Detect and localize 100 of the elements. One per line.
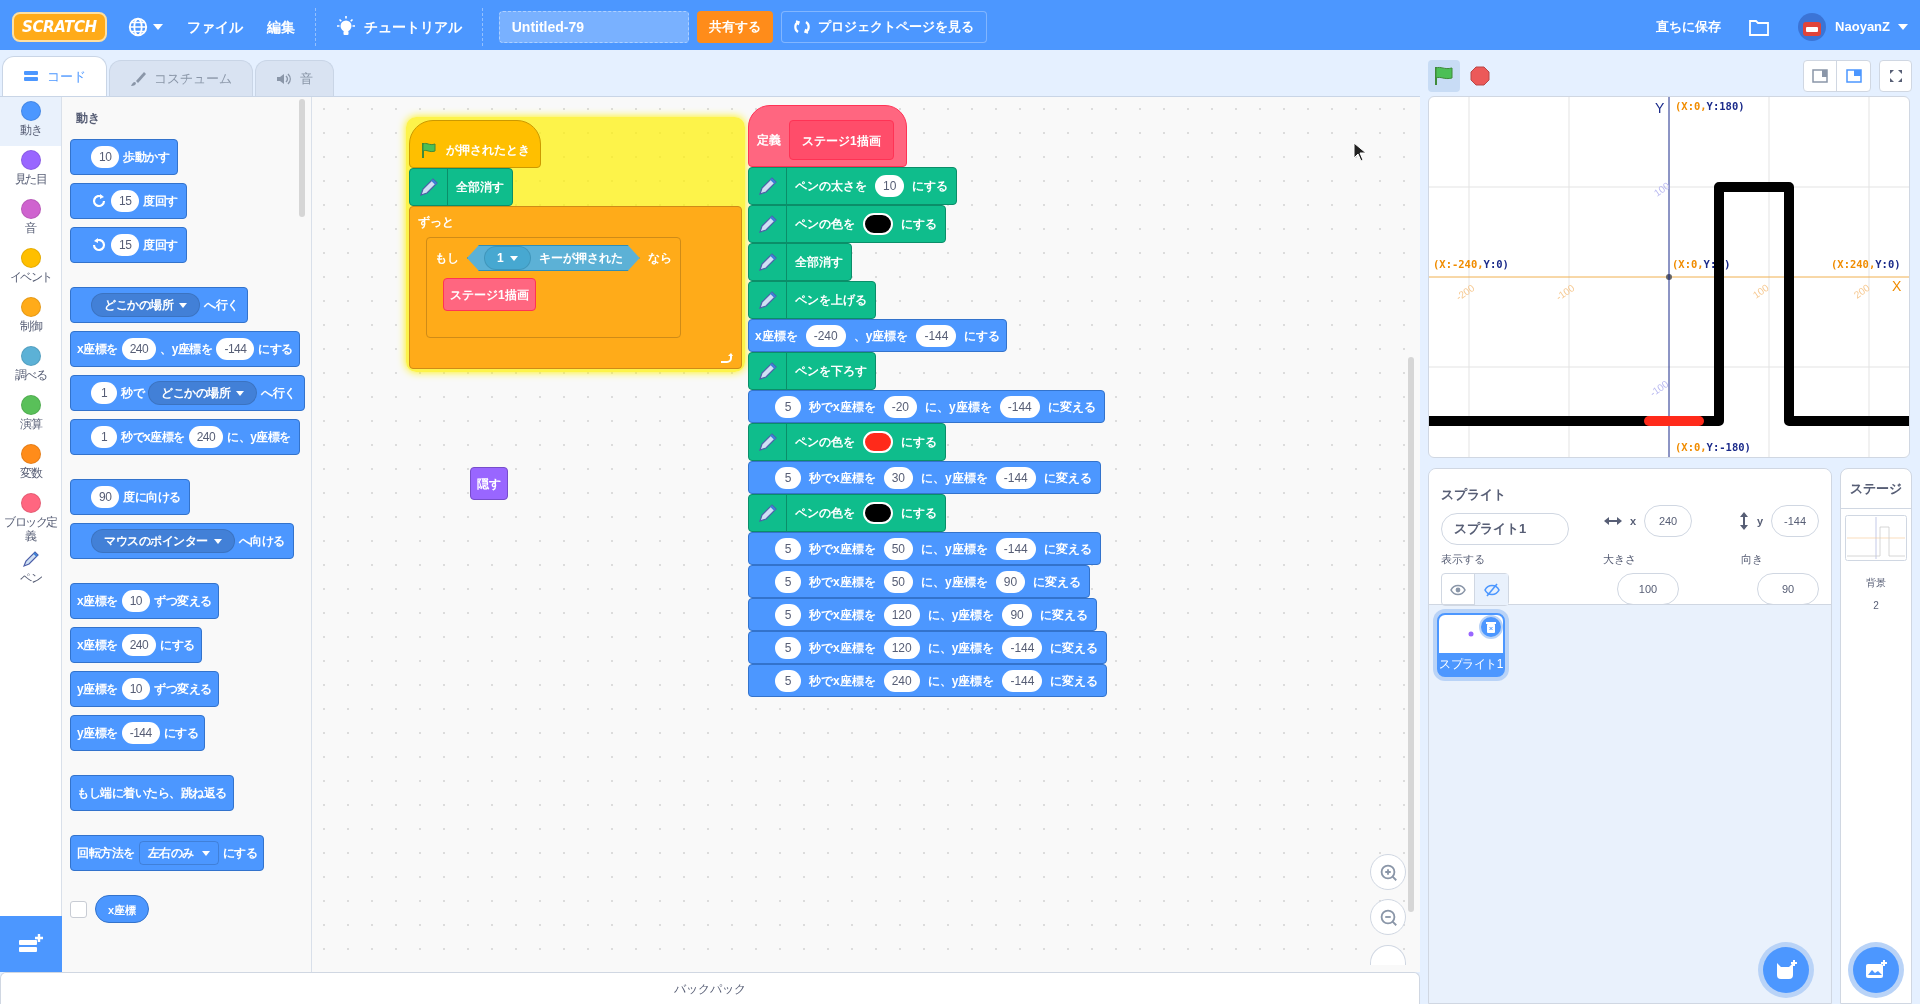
number-input[interactable]: 120 [883,636,920,659]
category-item[interactable]: 変数 [0,440,61,489]
color-input[interactable] [863,431,893,453]
number-input[interactable]: 1 [91,426,117,448]
sprite-name-field[interactable]: スプライト1 [1441,512,1569,545]
stop-icon [1470,66,1490,86]
stage-thumbnail[interactable] [1845,515,1907,561]
category-item[interactable]: 制御 [0,293,61,342]
number-input[interactable]: 50 [883,570,914,593]
pen-block[interactable]: ペンの太さを 10 にする [748,167,958,205]
number-input[interactable]: 10 [875,175,905,197]
number-input[interactable]: 5 [775,669,801,692]
number-input[interactable]: -144 [121,722,160,744]
motion-block[interactable]: 5 秒でx座標を 240 に、y座標を -144 に変える [748,664,1108,697]
coordinate-label: (X:0,Y:-180) [1675,441,1751,453]
hide-sprite-button[interactable] [1475,574,1508,605]
direction-field[interactable]: 90 [1757,573,1819,605]
motion-block[interactable]: 5 秒でx座標を -20 に、y座標を -144 に変える [748,390,1105,423]
number-input[interactable]: 30 [883,466,914,489]
number-input[interactable]: 240 [121,634,157,656]
number-input[interactable]: 90 [995,570,1026,593]
number-input[interactable]: 5 [775,395,801,418]
dropdown-input[interactable]: マウスのポインター [91,529,235,553]
category-item[interactable]: イベント [0,244,61,293]
motion-block[interactable]: x座標を -240 、y座標を -144 にする [748,319,1008,352]
number-input[interactable]: 15 [111,190,140,212]
block-label: ステージ1描画 [450,286,529,304]
pen-icon [756,251,779,273]
number-input[interactable]: -144 [916,324,957,347]
zoom-in-button[interactable] [1370,854,1406,890]
category-item[interactable]: 調べる [0,342,61,391]
motion-block[interactable]: 5 秒でx座標を 50 に、y座標を -144 に変える [748,532,1101,565]
fullscreen-button[interactable] [1879,60,1912,92]
number-input[interactable]: 5 [775,537,801,560]
dropdown-input[interactable]: どこかの場所 [148,381,257,405]
number-input[interactable]: -144 [1002,669,1043,692]
number-input[interactable]: -144 [1002,636,1043,659]
number-input[interactable]: 5 [775,636,801,659]
number-input[interactable]: 10 [121,590,151,612]
add-extension-button[interactable] [0,916,62,972]
number-input[interactable]: 5 [775,570,801,593]
number-input[interactable]: 5 [775,603,801,626]
backpack-bar[interactable]: バックパック [0,972,1420,1004]
number-input[interactable]: 1 [91,382,117,404]
motion-block[interactable]: 5 秒でx座標を 120 に、y座標を 90 に変える [748,598,1097,631]
motion-block[interactable]: y座標を 10 ずつ変える [70,671,219,707]
number-input[interactable]: 15 [111,234,140,256]
number-input[interactable]: 240 [188,426,224,448]
motion-block[interactable]: x座標を 240 、y座標を -144 にする [70,331,300,367]
number-input[interactable]: 10 [121,678,151,700]
category-item[interactable]: ブロック定義 [0,489,61,545]
number-input[interactable]: 240 [121,338,157,360]
motion-block[interactable]: 5 秒でx座標を 30 に、y座標を -144 に変える [748,461,1101,494]
category-item[interactable]: 音 [0,195,61,244]
size-field[interactable]: 100 [1617,573,1679,605]
number-input[interactable]: 90 [1002,603,1032,626]
motion-block[interactable]: x座標を 240 にする [70,627,202,663]
checkbox[interactable] [70,900,87,918]
motion-block[interactable]: y座標を -144 にする [70,715,206,751]
number-input[interactable]: 90 [91,486,120,508]
motion-block[interactable]: 15 度回す [70,227,187,263]
category-item[interactable]: 動き [0,97,61,146]
run-flag-button[interactable] [1428,60,1460,92]
motion-block[interactable]: 15 度回す [70,183,187,219]
language-button[interactable] [126,16,163,38]
vertical-arrows-icon [1738,511,1749,530]
looks-block[interactable]: 隠す [470,467,508,500]
block-label: もし端に着いたら、跳ね返る [77,785,227,802]
number-input[interactable]: -144 [995,537,1036,560]
motion-block[interactable]: マウスのポインター へ向ける [70,523,294,559]
number-input[interactable]: -144 [995,466,1036,489]
motion-block[interactable]: 10 歩動かす [70,139,179,175]
motion-block[interactable]: 90 度に向ける [70,479,190,515]
category-item[interactable]: 演算 [0,391,61,440]
number-input[interactable]: 5 [775,466,801,489]
number-input[interactable]: 240 [883,669,920,692]
motion-block[interactable]: 1 秒で どこかの場所 へ行く [70,375,305,411]
zoom-out-button[interactable] [1370,899,1406,935]
scripts-scrollbar[interactable] [1408,357,1414,912]
number-input[interactable]: -20 [883,395,918,418]
number-input[interactable]: 50 [883,537,914,560]
y-field[interactable]: -144 [1771,504,1819,537]
folder-icon[interactable] [1749,18,1770,36]
number-input[interactable]: 120 [883,603,920,626]
number-input[interactable]: 10 [91,146,120,168]
category-item[interactable]: 見た目 [0,146,61,195]
palette-scrollbar[interactable] [299,99,305,217]
motion-block[interactable]: 1 秒でx座標を 240 に、y座標を [70,419,300,455]
x-field[interactable]: 240 [1644,504,1693,537]
dropdown-input[interactable]: どこかの場所 [91,293,200,317]
number-input[interactable]: -144 [999,395,1040,418]
motion-block[interactable]: どこかの場所 へ行く [70,287,248,323]
category-item[interactable]: ペン [0,545,61,594]
number-input[interactable]: -144 [216,338,255,360]
color-input[interactable] [863,502,893,524]
number-input[interactable]: -240 [805,324,846,347]
color-input[interactable] [863,213,893,235]
motion-block[interactable]: x座標を 10 ずつ変える [70,583,219,619]
motion-block[interactable]: 5 秒でx座標を 50 に、y座標を 90 に変える [748,565,1091,598]
motion-block[interactable]: 5 秒でx座標を 120 に、y座標を -144 に変える [748,631,1108,664]
